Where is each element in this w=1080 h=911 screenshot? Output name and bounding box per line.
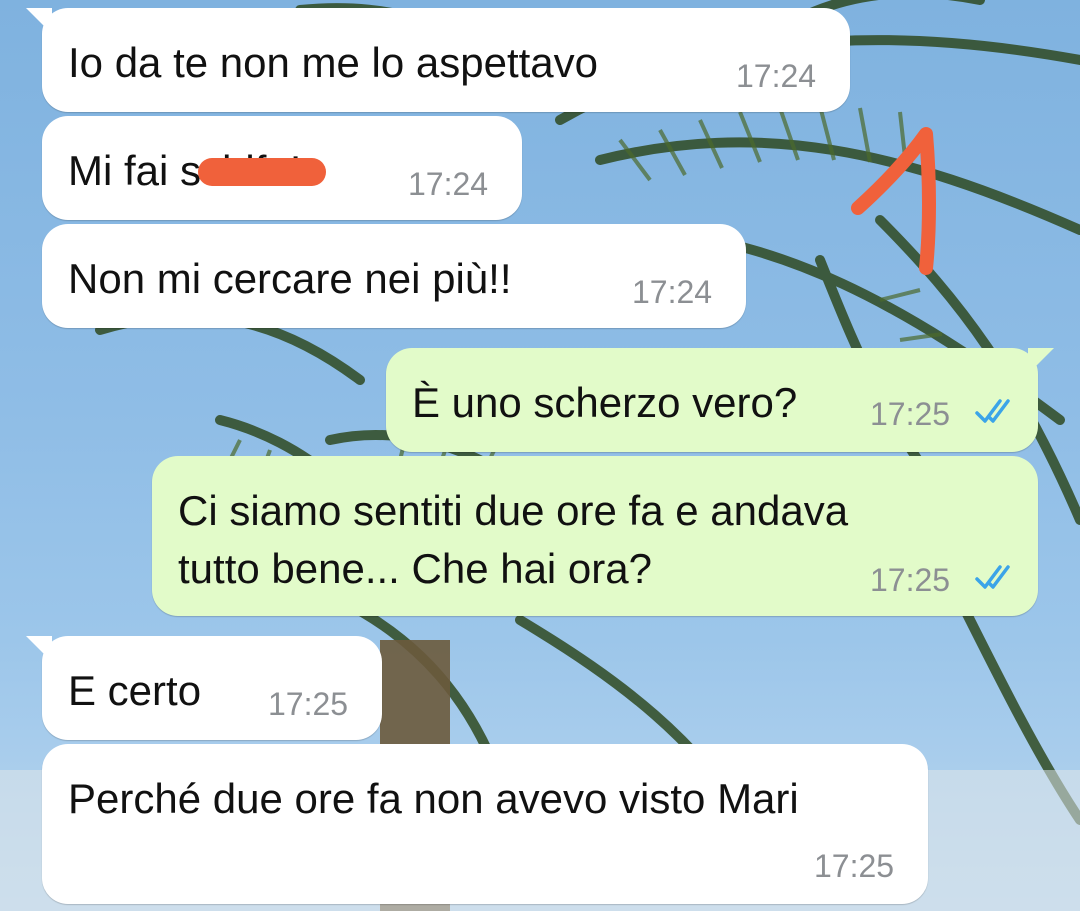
double-check-icon — [975, 399, 1010, 423]
message-incoming[interactable]: Io da te non me lo aspettavo 17:24 — [26, 8, 850, 112]
message-text: E certo — [68, 667, 202, 714]
message-incoming[interactable]: Mi fai schifo! 17:24 — [42, 116, 522, 220]
message-outgoing[interactable]: È uno scherzo vero? 17:25 — [386, 348, 1054, 452]
message-timestamp: 17:25 — [814, 848, 895, 884]
message-incoming[interactable]: Non mi cercare nei più!! 17:24 — [42, 224, 746, 328]
message-incoming[interactable]: E certo 17:25 — [26, 636, 382, 740]
message-timestamp: 17:24 — [632, 274, 713, 310]
message-timestamp: 17:24 — [736, 58, 817, 94]
message-outgoing[interactable]: Ci siamo sentiti due ore fa e andava tut… — [152, 456, 1038, 616]
message-timestamp: 17:25 — [870, 396, 951, 432]
double-check-icon — [975, 565, 1010, 589]
message-incoming[interactable]: Perché due ore fa non avevo visto Mari 1… — [42, 744, 928, 904]
message-text: È uno scherzo vero? — [412, 379, 798, 426]
message-timestamp: 17:25 — [870, 562, 951, 598]
message-text: Ci siamo sentiti due ore fa e andava tut… — [178, 487, 849, 592]
redaction-mark — [198, 158, 326, 186]
message-timestamp: 17:25 — [268, 686, 349, 722]
message-text: Non mi cercare nei più!! — [68, 255, 512, 302]
message-text: Perché due ore fa non avevo visto Mari — [68, 775, 799, 822]
message-text-prefix: Mi fai — [68, 147, 181, 194]
message-text: Io da te non me lo aspettavo — [68, 39, 599, 86]
message-timestamp: 17:24 — [408, 166, 489, 202]
